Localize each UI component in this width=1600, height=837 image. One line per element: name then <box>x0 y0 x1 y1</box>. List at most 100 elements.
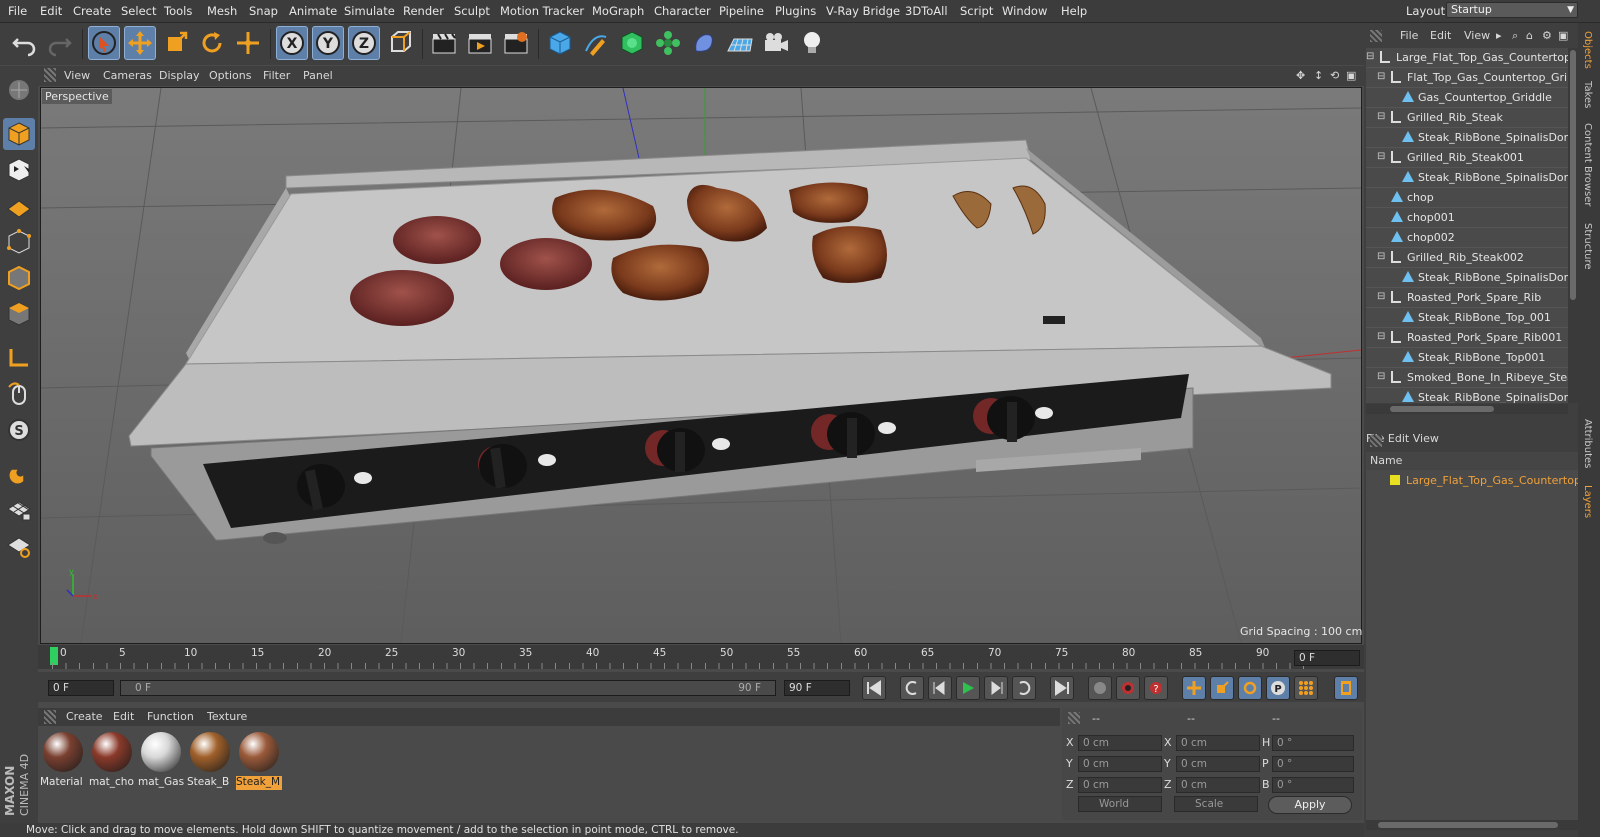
expand-toggle-icon[interactable]: ⊟ <box>1377 371 1385 382</box>
menu-edit[interactable]: Edit <box>40 4 62 18</box>
edges-mode-button[interactable] <box>3 262 35 294</box>
material-menu-create[interactable]: Create <box>66 710 103 723</box>
prev-frame-button[interactable] <box>928 676 952 700</box>
snap-button[interactable]: S <box>3 414 35 446</box>
expand-toggle-icon[interactable]: ⊟ <box>1377 331 1385 342</box>
menu-window[interactable]: Window <box>1002 4 1047 18</box>
key-parameter-button[interactable]: P <box>1266 676 1290 700</box>
object-tree-row[interactable]: chop002 <box>1366 228 1568 248</box>
floor-button[interactable] <box>724 26 756 60</box>
rotation-p-field[interactable]: 0 ° <box>1272 756 1354 772</box>
viewport-menu-options[interactable]: Options <box>209 69 251 82</box>
next-frame-button[interactable] <box>984 676 1008 700</box>
prev-key-button[interactable] <box>900 676 924 700</box>
layer-row[interactable]: Large_Flat_Top_Gas_Countertop_G <box>1366 472 1578 490</box>
viewport-scroll-icon[interactable]: ↕ <box>1314 69 1323 82</box>
expand-toggle-icon[interactable]: ⊟ <box>1377 71 1385 82</box>
material-menu-edit[interactable]: Edit <box>113 710 134 723</box>
planar-workplane-button[interactable] <box>3 530 35 562</box>
viewport-menu-cameras[interactable]: Cameras <box>103 69 152 82</box>
menu-mesh[interactable]: Mesh <box>207 4 237 18</box>
undo-button[interactable] <box>8 26 40 60</box>
object-tree-row[interactable]: Steak_RibBone_Top001 <box>1366 348 1568 368</box>
layer-horizontal-scrollbar[interactable] <box>1366 820 1578 830</box>
object-tree-row[interactable]: ⊟ Grilled_Rib_Steak001 <box>1366 148 1568 168</box>
object-menu-edit[interactable]: Edit <box>1430 29 1451 42</box>
object-tree-row[interactable]: Steak_RibBone_SpinalisDors <box>1366 128 1568 148</box>
menu-sculpt[interactable]: Sculpt <box>454 4 490 18</box>
key-rotation-button[interactable] <box>1238 676 1262 700</box>
model-mode-button[interactable] <box>3 118 35 150</box>
camera-label[interactable]: Perspective <box>42 89 112 104</box>
material-menu-texture[interactable]: Texture <box>207 710 247 723</box>
play-button[interactable] <box>956 676 980 700</box>
move-tool-button[interactable] <box>124 26 156 60</box>
menu-3dtoall[interactable]: 3DToAll <box>905 4 948 18</box>
menu-select[interactable]: Select <box>121 4 156 18</box>
y-axis-lock-button[interactable]: Y <box>312 26 344 60</box>
object-tree-row[interactable]: Steak_RibBone_Top_001 <box>1366 308 1568 328</box>
object-tree-row[interactable]: ⊟ Grilled_Rib_Steak002 <box>1366 248 1568 268</box>
menu-script[interactable]: Script <box>960 4 993 18</box>
filter-icon[interactable]: ⚙ <box>1542 29 1552 42</box>
tab-structure[interactable]: Structure <box>1582 223 1593 270</box>
object-tree-row[interactable]: chop001 <box>1366 208 1568 228</box>
object-menu-file[interactable]: File <box>1400 29 1418 42</box>
goto-end-button[interactable] <box>1050 676 1074 700</box>
menu-snap[interactable]: Snap <box>249 4 278 18</box>
menu-animate[interactable]: Animate <box>289 4 337 18</box>
size-mode-dropdown[interactable]: Scale <box>1174 796 1258 812</box>
current-frame-field[interactable]: 0 F <box>1294 650 1360 666</box>
points-mode-button[interactable] <box>3 226 35 258</box>
object-tree-row[interactable]: ⊟ Flat_Top_Gas_Countertop_Gri <box>1366 68 1568 88</box>
layer-menu-view[interactable]: View <box>1413 432 1439 445</box>
position-y-field[interactable]: 0 cm <box>1078 756 1162 772</box>
material-swatch[interactable]: mat_Gas <box>138 730 184 792</box>
object-menu-view[interactable]: View <box>1464 29 1490 42</box>
expand-toggle-icon[interactable]: ⊟ <box>1377 111 1385 122</box>
menu-help[interactable]: Help <box>1061 4 1087 18</box>
x-axis-lock-button[interactable]: X <box>276 26 308 60</box>
menu-simulate[interactable]: Simulate <box>344 4 395 18</box>
deformer-button[interactable] <box>688 26 720 60</box>
object-tree-row[interactable]: chop <box>1366 188 1568 208</box>
spline-pen-button[interactable] <box>580 26 612 60</box>
key-pla-button[interactable] <box>1294 676 1318 700</box>
size-z-field[interactable]: 0 cm <box>1176 777 1260 793</box>
next-key-button[interactable] <box>1012 676 1036 700</box>
workplane-mode-button[interactable] <box>3 190 35 222</box>
rotation-b-field[interactable]: 0 ° <box>1272 777 1354 793</box>
menu-character[interactable]: Character <box>654 4 711 18</box>
object-tree-row[interactable]: Steak_RibBone_SpinalisDors <box>1366 268 1568 288</box>
object-tree-horizontal-scrollbar[interactable] <box>1366 404 1568 414</box>
material-swatch[interactable]: Steak_B <box>187 730 233 792</box>
menu-motion-tracker[interactable]: Motion Tracker <box>500 4 584 18</box>
object-tree-row[interactable]: ⊟ Roasted_Pork_Spare_Rib001 <box>1366 328 1568 348</box>
texture-mode-button[interactable] <box>3 154 35 186</box>
cloner-button[interactable] <box>652 26 684 60</box>
menu-tools[interactable]: Tools <box>164 4 192 18</box>
record-button[interactable] <box>1116 676 1140 700</box>
make-editable-button[interactable] <box>3 74 35 106</box>
viewport-rotate-icon[interactable]: ⟲ <box>1330 69 1339 82</box>
expand-toggle-icon[interactable]: ⊟ <box>1377 251 1385 262</box>
tab-content-browser[interactable]: Content Browser <box>1582 123 1593 206</box>
rotation-h-field[interactable]: 0 ° <box>1272 735 1354 751</box>
object-tree-row[interactable]: Gas_Countertop_Griddle <box>1366 88 1568 108</box>
menu-more-icon[interactable]: ▸ <box>1496 29 1502 42</box>
viewport-menu-display[interactable]: Display <box>159 69 200 82</box>
render-view-button[interactable] <box>428 26 460 60</box>
viewport-menu-panel[interactable]: Panel <box>303 69 333 82</box>
magnet-button[interactable] <box>3 458 35 490</box>
material-menu-function[interactable]: Function <box>147 710 194 723</box>
tab-attributes[interactable]: Attributes <box>1582 419 1593 468</box>
material-swatch[interactable]: mat_cho <box>89 730 135 792</box>
tweak-mode-button[interactable] <box>3 378 35 410</box>
expand-toggle-icon[interactable]: ⊟ <box>1377 151 1385 162</box>
object-tree-row[interactable]: ⊟ Smoked_Bone_In_Ribeye_Stea <box>1366 368 1568 388</box>
new-view-icon[interactable]: ▣ <box>1558 29 1568 42</box>
tab-objects[interactable]: Objects <box>1582 31 1593 69</box>
polygons-mode-button[interactable] <box>3 298 35 330</box>
menu-render[interactable]: Render <box>403 4 444 18</box>
axis-mode-button[interactable] <box>3 342 35 374</box>
